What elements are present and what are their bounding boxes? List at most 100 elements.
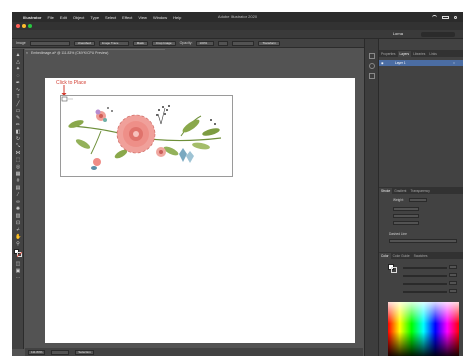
opacity-field[interactable]: 100%: [196, 40, 215, 46]
dash-gap-fields[interactable]: [389, 239, 457, 243]
black-slider[interactable]: [403, 291, 447, 293]
wifi-icon[interactable]: [432, 15, 437, 19]
eye-icon[interactable]: ◉: [381, 61, 384, 65]
layer-name[interactable]: Layer 1: [395, 61, 406, 65]
menu-file[interactable]: File: [47, 15, 53, 20]
cyan-slider[interactable]: [403, 267, 447, 269]
zoom-window-icon[interactable]: [28, 24, 32, 28]
mask-button[interactable]: Mask: [132, 40, 148, 46]
rectangle-tool-icon[interactable]: ▭: [15, 108, 21, 114]
pen-tool-icon[interactable]: ✒: [15, 80, 21, 86]
selection-tool-icon[interactable]: ▲: [15, 52, 21, 58]
align-stroke-options[interactable]: [393, 221, 419, 225]
canvas-area[interactable]: Click to Place: [25, 56, 362, 348]
battery-icon[interactable]: [442, 15, 449, 19]
menu-edit[interactable]: Edit: [60, 15, 67, 20]
menu-help[interactable]: Help: [173, 15, 181, 20]
current-tool-field[interactable]: Selection: [75, 349, 94, 355]
panel-dock-icon[interactable]: [369, 63, 375, 69]
mesh-tool-icon[interactable]: #: [15, 178, 21, 184]
zoom-level-field[interactable]: 111.83%: [28, 349, 46, 355]
artboard[interactable]: Click to Place: [45, 78, 355, 343]
slice-tool-icon[interactable]: ⌿: [15, 227, 21, 233]
minimize-window-icon[interactable]: [22, 24, 26, 28]
edit-toolbar-icon[interactable]: ⋯: [15, 275, 21, 281]
style-swatch[interactable]: [218, 40, 229, 46]
lasso-tool-icon[interactable]: ◌: [15, 73, 21, 79]
document-tab-title: EmbedImage.ai* @ 111.83% (CMYK/CPU Previ…: [31, 51, 109, 55]
menu-type[interactable]: Type: [90, 15, 99, 20]
align-options[interactable]: [232, 40, 255, 46]
tab-swatches[interactable]: Swatches: [412, 253, 430, 259]
fill-stroke-icon[interactable]: [14, 249, 22, 257]
type-tool-icon[interactable]: T: [15, 94, 21, 100]
black-value-field[interactable]: [449, 289, 457, 293]
yellow-slider[interactable]: [403, 283, 447, 285]
artboard-navigator[interactable]: [51, 349, 70, 355]
search-icon[interactable]: [454, 15, 457, 19]
close-window-icon[interactable]: [16, 24, 20, 28]
link-info-field[interactable]: [29, 40, 70, 46]
tab-links[interactable]: Links: [427, 51, 438, 57]
zoom-tool-icon[interactable]: ⚲: [15, 241, 21, 247]
blend-tool-icon[interactable]: ∞: [15, 199, 21, 205]
direct-selection-icon[interactable]: △: [15, 59, 21, 65]
hand-tool-icon[interactable]: ✋: [15, 234, 21, 240]
cap-options[interactable]: [393, 207, 419, 211]
layer-row[interactable]: ◉ Layer 1 ○: [379, 60, 463, 66]
tab-color-guide[interactable]: Color Guide: [391, 253, 412, 259]
eraser-tool-icon[interactable]: ◧: [15, 129, 21, 135]
shape-builder-icon[interactable]: ◎: [15, 164, 21, 170]
tab-properties[interactable]: Properties: [379, 51, 398, 57]
perspective-grid-icon[interactable]: ▦: [15, 171, 21, 177]
symbol-sprayer-icon[interactable]: ✺: [15, 206, 21, 212]
menu-object[interactable]: Object: [73, 15, 85, 20]
layer-target-icon[interactable]: ○: [453, 61, 455, 65]
tab-layers[interactable]: Layers: [397, 51, 412, 57]
menu-effect[interactable]: Effect: [122, 15, 132, 20]
stroke-weight-field[interactable]: [409, 198, 427, 202]
tab-libraries[interactable]: Libraries: [411, 51, 427, 57]
menu-illustrator[interactable]: Illustrator: [23, 15, 41, 20]
tab-transparency[interactable]: Transparency: [408, 188, 431, 194]
status-bar: 111.83% Selection: [25, 348, 363, 356]
tab-color[interactable]: Color: [379, 253, 391, 259]
crop-image-button[interactable]: Crop Image: [151, 40, 176, 46]
tab-gradient[interactable]: Gradient: [392, 188, 408, 194]
width-tool-icon[interactable]: ⋈: [15, 150, 21, 156]
magenta-slider[interactable]: [403, 275, 447, 277]
color-fill-stroke-icon[interactable]: [388, 264, 397, 273]
corner-options[interactable]: [393, 214, 419, 218]
screen-mode-icon[interactable]: ▣: [15, 268, 21, 274]
tab-stroke[interactable]: Stroke: [379, 188, 393, 194]
image-trace-dropdown[interactable]: Image Trace: [98, 40, 129, 46]
eyedropper-icon[interactable]: ⁄: [15, 192, 21, 198]
magenta-value-field[interactable]: [449, 273, 457, 277]
magic-wand-icon[interactable]: ✦: [15, 66, 21, 72]
panel-dock-icon[interactable]: [369, 53, 375, 59]
gradient-tool-icon[interactable]: ▤: [15, 185, 21, 191]
placed-image-bounding-box[interactable]: [60, 95, 233, 177]
free-transform-icon[interactable]: ⬚: [15, 157, 21, 163]
graph-tool-icon[interactable]: ▥: [15, 213, 21, 219]
document-tab[interactable]: × EmbedImage.ai* @ 111.83% (CMYK/CPU Pre…: [25, 49, 165, 56]
cyan-value-field[interactable]: [449, 265, 457, 269]
pencil-tool-icon[interactable]: ✏: [15, 122, 21, 128]
line-tool-icon[interactable]: ╱: [15, 101, 21, 107]
workspace-switcher[interactable]: Lorna: [393, 31, 403, 36]
color-spectrum[interactable]: [388, 302, 459, 356]
scale-tool-icon[interactable]: ⤡: [15, 143, 21, 149]
search-field[interactable]: [421, 32, 455, 37]
panel-dock-icon[interactable]: [369, 73, 375, 79]
menu-window[interactable]: Window: [153, 15, 167, 20]
transform-button[interactable]: Transform: [258, 40, 281, 46]
artboard-tool-icon[interactable]: ⊡: [15, 220, 21, 226]
menu-select[interactable]: Select: [105, 15, 116, 20]
menu-view[interactable]: View: [138, 15, 147, 20]
yellow-value-field[interactable]: [449, 281, 457, 285]
unembed-button[interactable]: Unembed: [73, 40, 95, 46]
drawing-mode-icon[interactable]: ◫: [15, 261, 21, 267]
paintbrush-tool-icon[interactable]: ✎: [15, 115, 21, 121]
curvature-tool-icon[interactable]: ∿: [15, 87, 21, 93]
rotate-tool-icon[interactable]: ↻: [15, 136, 21, 142]
